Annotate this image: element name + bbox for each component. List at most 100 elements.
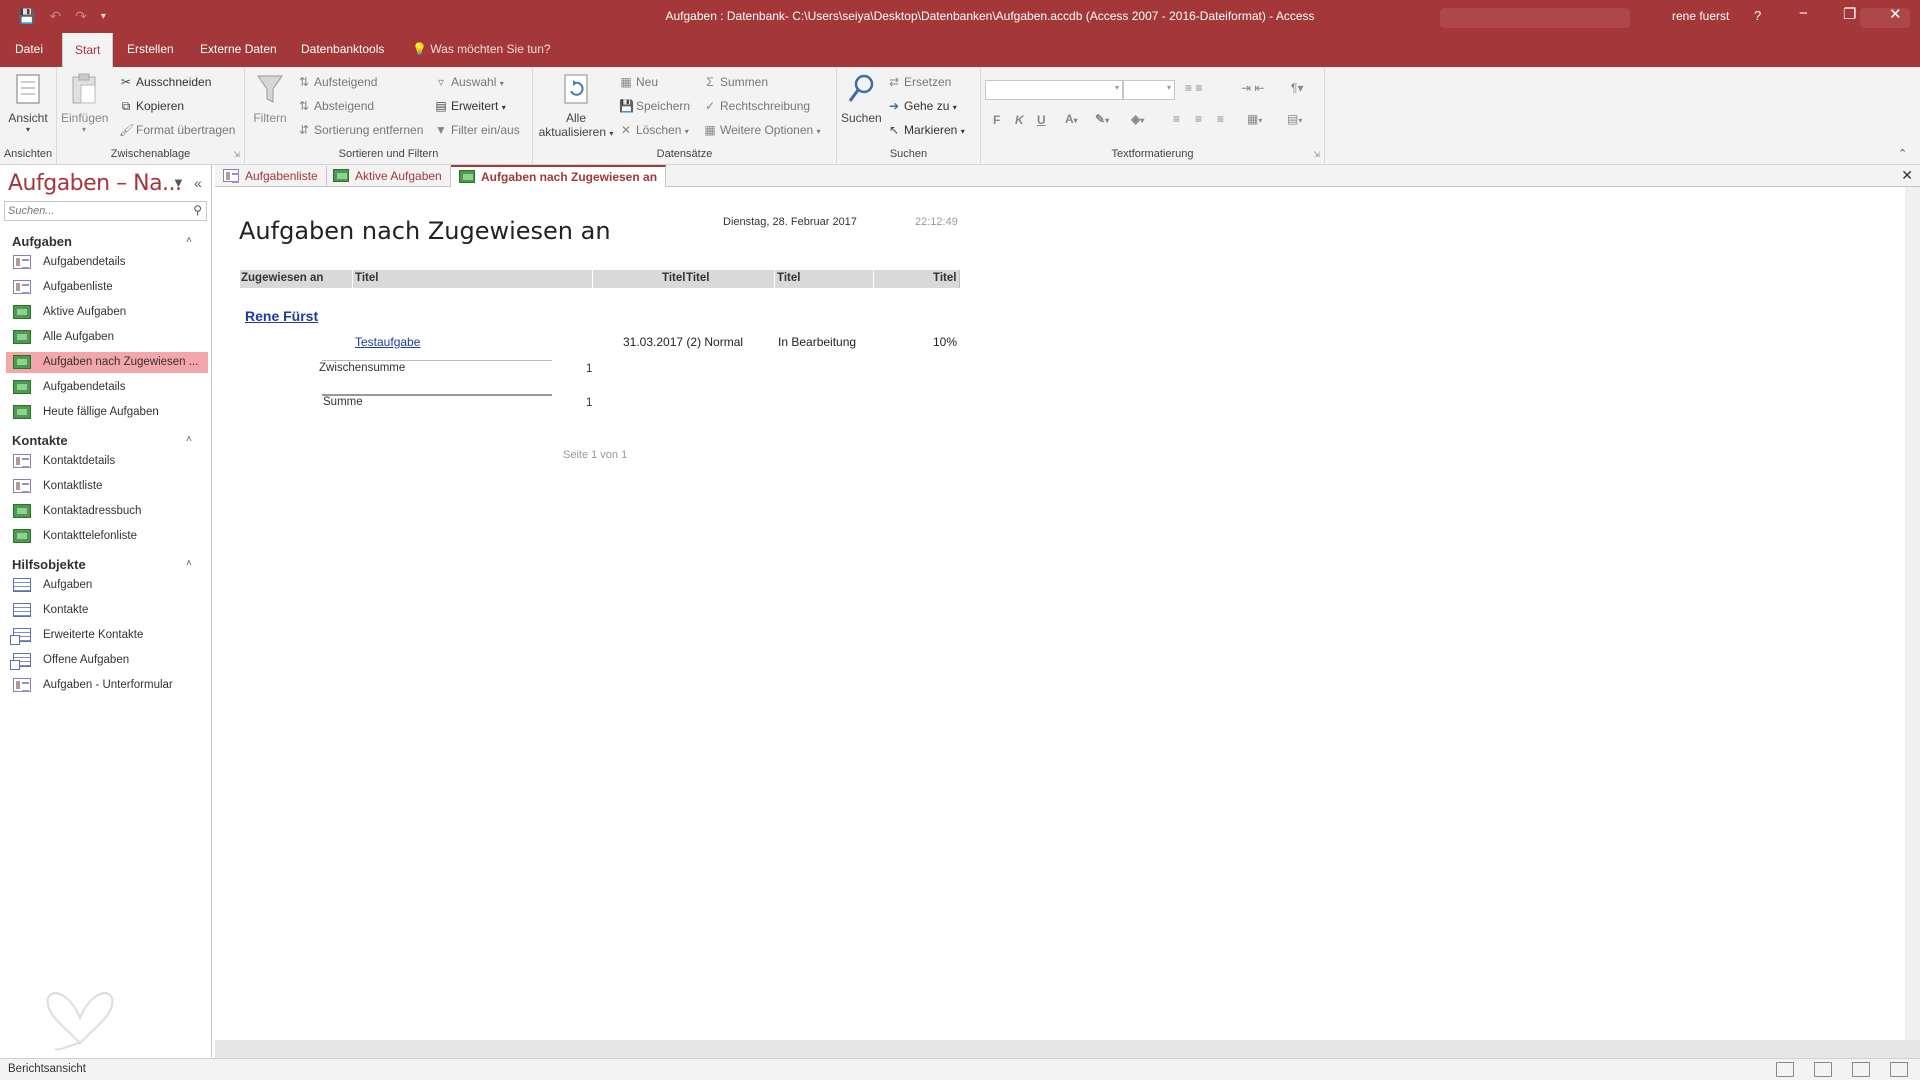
nav-item[interactable]: Aufgabenliste [6,277,208,298]
align-right-icon[interactable]: ≡ [1217,112,1224,126]
delete-record-button[interactable]: ✕ Löschen ▾ [619,123,689,137]
nav-item[interactable]: Aufgaben [6,575,208,596]
paragraph-direction-icon[interactable]: ¶▾ [1291,81,1303,95]
align-left-icon[interactable]: ≡ [1173,112,1180,126]
nav-item[interactable]: Kontaktdetails [6,451,208,472]
fill-color-icon[interactable]: ◈▾ [1131,112,1144,126]
collapse-group-icon[interactable]: ˄ [186,235,192,246]
spelling-button[interactable]: ✓ Rechtschreibung [703,99,810,113]
report-view-icon[interactable] [1776,1062,1794,1077]
highlight-icon[interactable]: ✎▾ [1095,112,1109,126]
replace-button[interactable]: ⇄ Ersetzen [887,75,951,89]
nav-item[interactable]: Kontaktadressbuch [6,501,208,522]
collapse-group-icon[interactable]: ˄ [186,434,192,445]
dialog-launcher-icon[interactable]: ⇲ [1313,150,1320,159]
nav-item[interactable]: Aufgabendetails [6,252,208,273]
goto-button[interactable]: ➔ Gehe zu ▾ [887,99,957,113]
copy-button[interactable]: ⧉ Kopieren [119,99,184,114]
align-center-icon[interactable]: ≡ [1195,112,1202,126]
nav-item[interactable]: Kontaktliste [6,476,208,497]
nav-item[interactable]: Kontakte [6,600,208,621]
new-record-button[interactable]: ▦ Neu [619,75,658,89]
nav-item[interactable]: Offene Aufgaben [6,650,208,671]
nav-group-header[interactable]: Aufgaben [12,234,72,249]
dialog-launcher-icon[interactable]: ⇲ [233,150,240,159]
collapse-ribbon-icon[interactable]: ⌃ [1898,147,1907,160]
nav-item[interactable]: Aufgaben nach Zugewiesen ... [6,352,208,373]
advanced-button[interactable]: ▤ Erweitert ▾ [434,99,505,113]
collapse-group-icon[interactable]: ˄ [186,558,192,569]
refresh-all-button[interactable]: Alle aktualisieren ▾ [537,73,615,139]
document-tab[interactable]: Aktive Aufgaben [325,166,451,187]
gridlines-icon[interactable]: ▦▾ [1247,112,1262,126]
document-tab[interactable]: Aufgabenliste [215,166,327,187]
task-percent-complete: 10% [933,335,958,349]
remove-sort-button[interactable]: ⇵ Sortierung entfernen [297,123,423,137]
nav-item[interactable]: Alle Aufgaben [6,327,208,348]
nav-group-header[interactable]: Kontakte [12,433,68,448]
help-button[interactable]: ? [1754,8,1761,23]
find-button[interactable]: Suchen [841,73,882,125]
cut-button[interactable]: ✂ Ausschneiden [119,75,211,89]
sort-descending-button[interactable]: ⇅ Absteigend [297,99,374,113]
vertical-scrollbar[interactable] [1905,187,1920,1040]
more-options-button[interactable]: ▦ Weitere Optionen ▾ [703,123,820,137]
alternate-row-color-icon[interactable]: ▤▾ [1287,112,1302,126]
nav-item[interactable]: Aufgabendetails [6,377,208,398]
sort-ascending-button[interactable]: ⇅ Aufsteigend [297,75,377,89]
report-icon [13,504,31,518]
totals-button[interactable]: Σ Summen [703,75,768,89]
nav-item[interactable]: Aufgaben - Unterformular [6,675,208,696]
tab-start[interactable]: Start [62,33,114,67]
minimize-button[interactable]: − [1799,5,1808,22]
nav-menu-icon[interactable]: ▼ [172,175,185,190]
header-title: Titel [355,272,379,284]
shutter-bar-close-icon[interactable]: « [194,175,202,191]
user-name[interactable]: rene fuerst [1672,9,1729,23]
select-button[interactable]: ↖ Markieren ▾ [887,123,965,137]
save-record-button[interactable]: 💾 Speichern [619,99,690,113]
font-color-icon[interactable]: A▾ [1065,112,1078,126]
nav-item[interactable]: Erweiterte Kontakte [6,625,208,646]
view-button[interactable]: Ansicht ▾ [6,73,50,134]
task-title-link[interactable]: Testaufgabe [355,335,420,349]
tab-erstellen[interactable]: Erstellen [127,42,174,56]
document-tab[interactable]: Aufgaben nach Zugewiesen an [451,165,667,187]
print-preview-icon[interactable] [1814,1062,1832,1077]
nav-search-input[interactable] [5,202,185,220]
tab-datenbanktools[interactable]: Datenbanktools [301,42,384,56]
tab-datei[interactable]: Datei [15,42,43,56]
indent-icon[interactable]: ⇥ ⇤ [1241,81,1264,95]
format-painter-button[interactable]: 🖌 Format übertragen [119,123,235,137]
underline-button[interactable]: U [1037,113,1046,127]
search-icon[interactable]: ⚲ [193,203,202,217]
tab-externe-daten[interactable]: Externe Daten [200,42,277,56]
design-view-icon[interactable] [1890,1062,1908,1077]
horizontal-scrollbar[interactable] [215,1040,1920,1058]
nav-item[interactable]: Aktive Aufgaben [6,302,208,323]
filter-button[interactable]: Filtern [251,73,289,125]
group-zwischenablage: Einfügen ▾ ✂ Ausschneiden ⧉ Kopieren 🖌 Form… [57,67,245,165]
selection-button[interactable]: ▿ Auswahl ▾ [434,75,504,89]
bullet-list-icon[interactable]: ≡ ≡ [1185,81,1202,95]
close-button[interactable]: ✕ [1889,5,1902,23]
group-label-datensaetze: Datensätze [656,148,713,160]
paste-button[interactable]: Einfügen ▾ [61,73,108,134]
advanced-filter-icon: ▤ [435,99,447,113]
restore-button[interactable]: ❐ [1843,5,1856,23]
font-name-combo[interactable]: ▾ [985,80,1123,100]
nav-item[interactable]: Heute fällige Aufgaben [6,402,208,423]
nav-pane-title[interactable]: Aufgaben – Na... [8,171,182,196]
document-tab-label: Aufgabenliste [245,169,318,183]
nav-item[interactable]: Kontakttelefonliste [6,526,208,547]
toggle-filter-button[interactable]: ▼ Filter ein/aus [434,123,520,137]
font-size-combo[interactable]: ▾ [1123,80,1175,100]
italic-button[interactable]: K [1015,113,1024,127]
group-header-assignee[interactable]: Rene Fürst [245,308,318,324]
sort-descending-label: Absteigend [314,99,375,113]
bold-button[interactable]: F [993,113,1000,127]
nav-group-header[interactable]: Hilfsobjekte [12,557,86,572]
tell-me-box[interactable]: 💡 Was möchten Sie tun? [412,42,551,56]
close-document-icon[interactable]: ✕ [1901,167,1913,184]
layout-view-icon[interactable] [1852,1062,1870,1077]
